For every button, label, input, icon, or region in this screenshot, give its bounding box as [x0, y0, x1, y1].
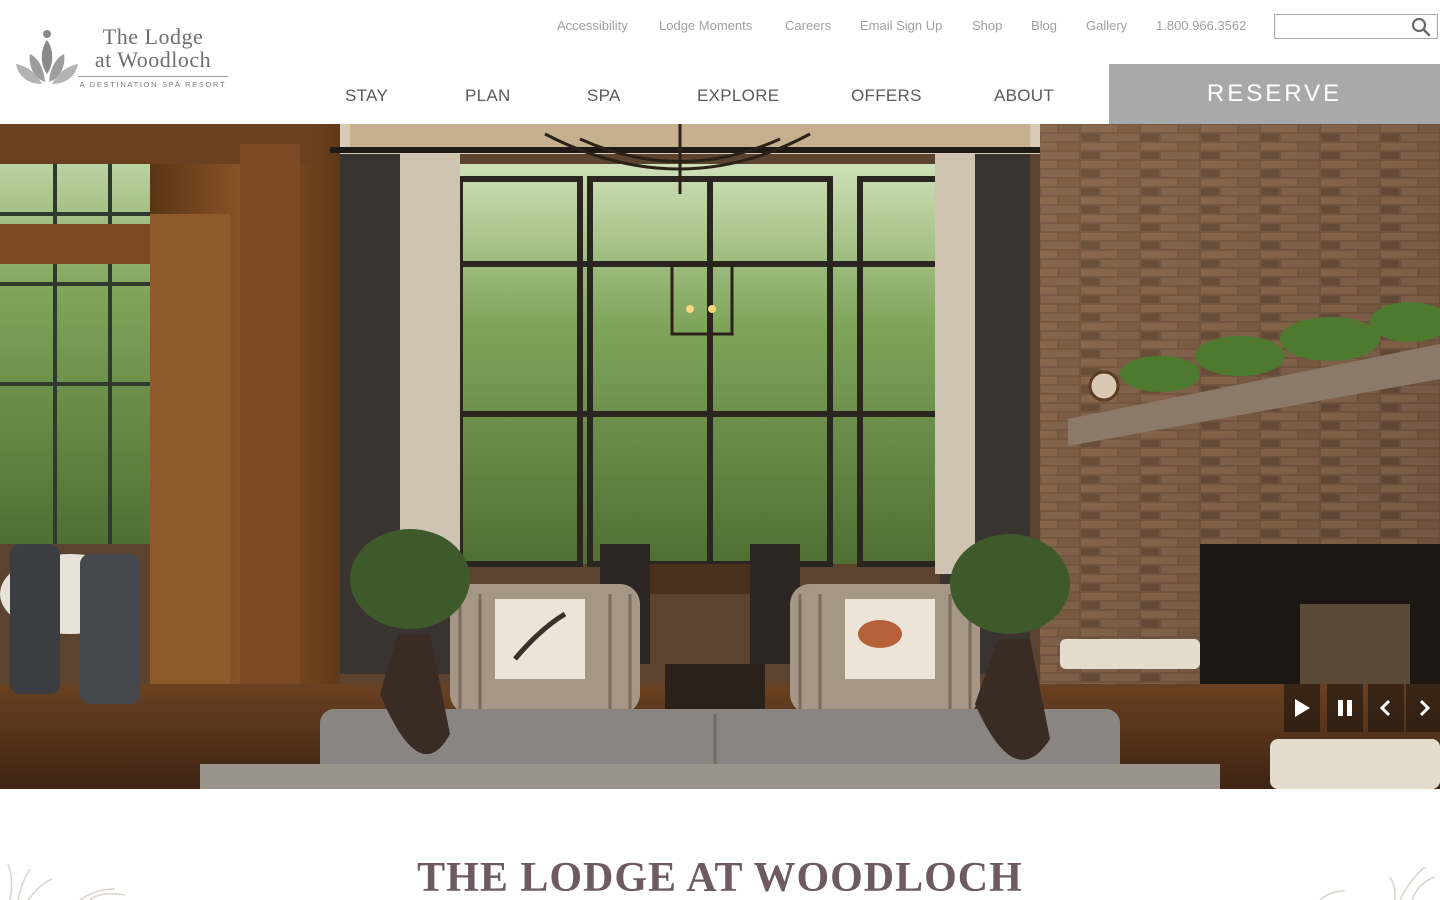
- utility-nav: Accessibility Lodge Moments Careers Emai…: [0, 17, 1440, 35]
- nav-item-spa[interactable]: SPA: [587, 84, 621, 108]
- slideshow-controls: [1284, 684, 1440, 732]
- logo-line-2: at Woodloch: [94, 47, 212, 72]
- search-icon[interactable]: [1411, 17, 1431, 37]
- reserve-button[interactable]: RESERVE: [1109, 64, 1440, 124]
- nav-item-explore[interactable]: EXPLORE: [697, 84, 779, 108]
- utility-link-blog[interactable]: Blog: [1031, 17, 1057, 35]
- previous-slide-button[interactable]: [1368, 684, 1404, 732]
- utility-link-lodge-moments[interactable]: Lodge Moments: [659, 17, 752, 35]
- next-slide-button[interactable]: [1406, 684, 1440, 732]
- hero-image-lodge-interior: [0, 124, 1440, 789]
- nav-item-plan[interactable]: PLAN: [465, 84, 511, 108]
- nav-item-offers[interactable]: OFFERS: [851, 84, 922, 108]
- utility-link-gallery[interactable]: Gallery: [1086, 17, 1127, 35]
- play-button[interactable]: [1284, 684, 1320, 732]
- chevron-left-icon: [1379, 699, 1391, 717]
- main-nav: STAY PLAN SPA EXPLORE OFFERS ABOUT: [0, 84, 1100, 108]
- search-box: [1274, 14, 1438, 39]
- lotus-icon: [16, 30, 78, 84]
- utility-link-accessibility[interactable]: Accessibility: [557, 17, 628, 35]
- logo-text: The Lodge at Woodloch A DESTINATION SPA …: [78, 26, 228, 89]
- botanical-decoration-right: [1319, 866, 1436, 900]
- nav-item-about[interactable]: ABOUT: [994, 84, 1054, 108]
- nav-item-stay[interactable]: STAY: [345, 84, 388, 108]
- utility-link-careers[interactable]: Careers: [785, 17, 831, 35]
- play-icon: [1295, 699, 1310, 717]
- utility-link-email-sign-up[interactable]: Email Sign Up: [860, 17, 942, 35]
- pause-icon: [1338, 700, 1352, 716]
- search-input[interactable]: [1275, 15, 1409, 38]
- chevron-right-icon: [1419, 699, 1431, 717]
- intro-title: THE LODGE AT WOODLOCH: [417, 855, 1023, 900]
- phone-number-link[interactable]: 1.800.966.3562: [1156, 17, 1246, 35]
- utility-link-shop[interactable]: Shop: [972, 17, 1002, 35]
- site-header: The Lodge at Woodloch A DESTINATION SPA …: [0, 0, 1440, 124]
- hero-slideshow: [0, 124, 1440, 789]
- intro-section: THE LODGE AT WOODLOCH: [0, 789, 1440, 900]
- pause-button[interactable]: [1327, 684, 1363, 732]
- site-logo[interactable]: The Lodge at Woodloch A DESTINATION SPA …: [14, 26, 228, 90]
